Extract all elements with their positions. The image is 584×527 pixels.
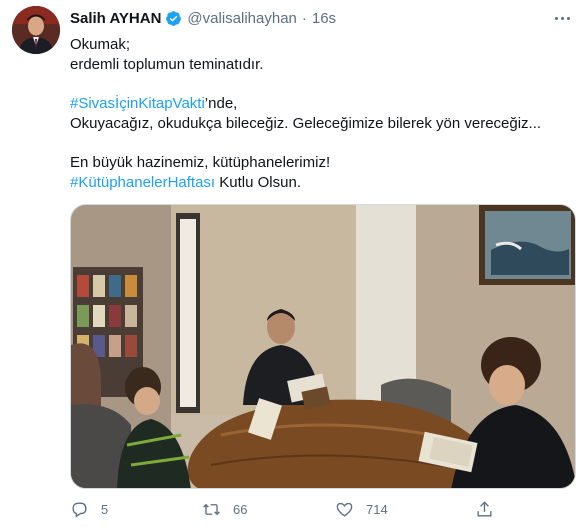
- user-handle[interactable]: @valisalihayhan: [187, 10, 296, 27]
- display-name[interactable]: Salih AYHAN: [70, 10, 161, 27]
- tweet-actions: 5 66 714: [70, 500, 500, 522]
- separator-dot: ·: [301, 9, 307, 27]
- tweet-line: #SivasİçinKitapVakti’nde,: [70, 94, 570, 114]
- photo-reading-family: [71, 205, 575, 488]
- share-icon: [477, 501, 492, 517]
- tweet-line: Okuyacağız, okudukça bileceğiz. Geleceği…: [70, 115, 542, 132]
- tweet-line: En büyük hazinemiz, kütüphanelerimiz!: [70, 154, 331, 171]
- timestamp[interactable]: 16s: [312, 10, 336, 27]
- tweet-line: Okumak;: [70, 36, 131, 53]
- reply-button[interactable]: 5: [70, 500, 108, 519]
- retweet-icon: [203, 503, 220, 516]
- reply-icon: [72, 502, 87, 518]
- avatar[interactable]: [12, 6, 60, 54]
- retweet-button[interactable]: 66: [202, 500, 247, 519]
- like-count: 714: [366, 502, 388, 517]
- like-button[interactable]: 714: [335, 500, 388, 519]
- verified-badge-icon: [166, 10, 182, 26]
- heart-icon: [336, 502, 353, 517]
- tweet-line: erdemli toplumun teminatıdır.: [70, 56, 264, 73]
- tweet-line: #KütüphanelerHaftası Kutlu Olsun.: [70, 173, 570, 193]
- share-button[interactable]: [475, 500, 494, 519]
- tweet-photo[interactable]: [70, 204, 576, 489]
- more-options-icon[interactable]: [550, 8, 574, 28]
- hashtag-link[interactable]: #KütüphanelerHaftası: [70, 174, 215, 191]
- avatar-image: [12, 6, 60, 54]
- tweet-text-fragment: ’nde,: [204, 95, 238, 112]
- reply-count: 5: [101, 502, 109, 517]
- tweet-card[interactable]: Salih AYHAN @valisalihayhan · 16s Okumak…: [0, 0, 584, 527]
- tweet-header: Salih AYHAN @valisalihayhan · 16s: [70, 8, 336, 28]
- retweet-count: 66: [233, 502, 248, 517]
- tweet-text: Okumak; erdemli toplumun teminatıdır. #S…: [70, 35, 570, 193]
- hashtag-link[interactable]: #SivasİçinKitapVakti: [70, 95, 205, 112]
- tweet-text-fragment: Kutlu Olsun.: [215, 174, 301, 191]
